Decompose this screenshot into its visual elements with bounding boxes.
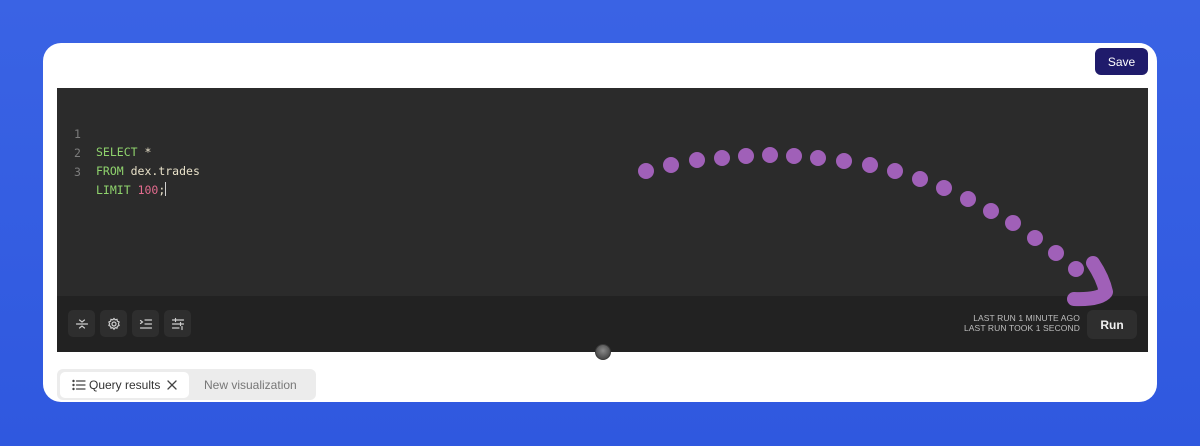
tab-query-results[interactable]: Query results	[60, 372, 189, 398]
last-run-time: LAST RUN 1 MINUTE AGO	[973, 313, 1080, 323]
result-tabs: Query results New visualization	[57, 369, 316, 400]
tab-new-visualization[interactable]: New visualization	[204, 372, 297, 398]
collapse-icon[interactable]	[68, 310, 95, 337]
sql-editor-panel: 1 SELECT * 2 FROM dex.trades 3 LIMIT 100…	[57, 88, 1148, 352]
sql-number: 100	[137, 183, 159, 197]
last-run-duration: LAST RUN TOOK 1 SECOND	[963, 323, 1080, 333]
code-editor[interactable]: 1 SELECT * 2 FROM dex.trades 3 LIMIT 100…	[57, 88, 1148, 296]
line-number: 3	[74, 165, 81, 179]
resize-handle[interactable]	[595, 344, 611, 360]
code-line: 2 FROM dex.trades	[57, 126, 200, 178]
code-line: 3 LIMIT 100;	[74, 165, 167, 197]
run-button[interactable]: Run	[1087, 310, 1137, 339]
settings-icon[interactable]	[100, 310, 127, 337]
params-icon[interactable]	[164, 310, 191, 337]
sql-text: dex.trades	[123, 164, 200, 178]
run-status: LAST RUN 1 MINUTE AGO LAST RUN TOOK 1 SE…	[964, 313, 1080, 333]
save-button[interactable]: Save	[1095, 48, 1148, 75]
list-icon	[72, 379, 86, 391]
sql-text: *	[137, 145, 152, 159]
format-icon[interactable]	[132, 310, 159, 337]
close-icon[interactable]	[167, 380, 178, 390]
query-editor-card: Save 1 SELECT * 2 FROM dex.trades 3 LIMI…	[43, 43, 1157, 402]
tab-label: Query results	[89, 378, 161, 392]
text-cursor	[165, 182, 167, 196]
code-line: 1 SELECT *	[57, 107, 151, 159]
sql-keyword: LIMIT	[96, 183, 131, 197]
